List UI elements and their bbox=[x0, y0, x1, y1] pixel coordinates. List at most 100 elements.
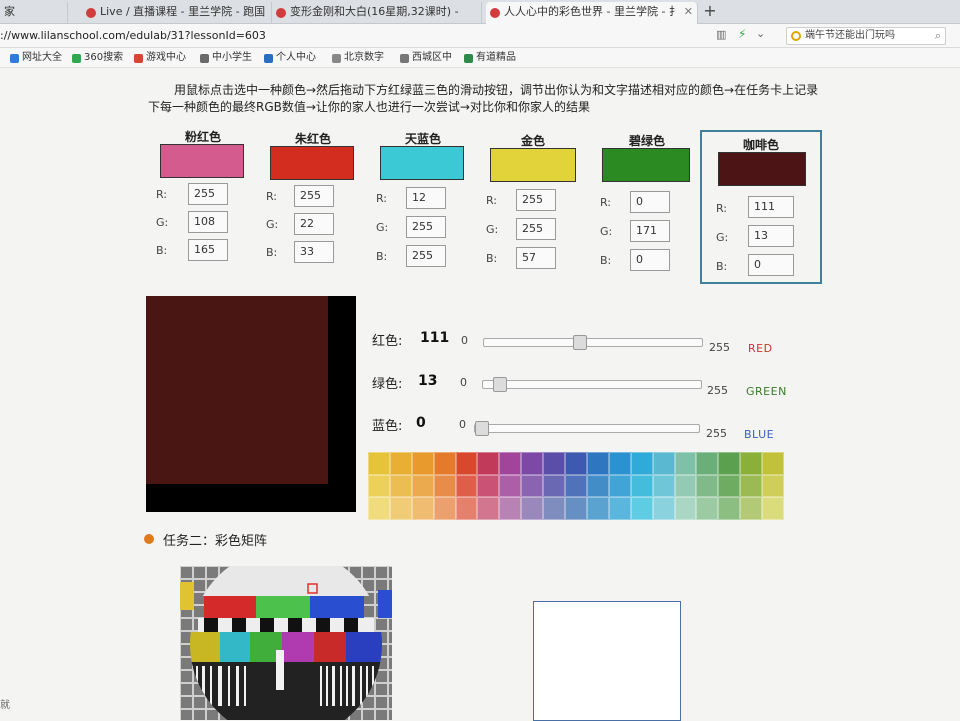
palette-swatch[interactable] bbox=[543, 497, 566, 520]
palette-swatch[interactable] bbox=[455, 497, 478, 520]
palette-swatch[interactable] bbox=[652, 497, 675, 520]
palette-swatch[interactable] bbox=[565, 474, 587, 498]
palette-swatch[interactable] bbox=[455, 474, 478, 498]
b-value-field[interactable]: 0 bbox=[748, 254, 794, 276]
palette-swatch[interactable] bbox=[411, 497, 434, 520]
search-input[interactable]: 端午节还能出门玩吗 ⌕ bbox=[786, 27, 946, 45]
palette-swatch[interactable] bbox=[565, 452, 587, 475]
palette-swatch[interactable] bbox=[652, 452, 675, 475]
palette-swatch[interactable] bbox=[389, 474, 412, 498]
green-slider-thumb[interactable] bbox=[493, 377, 508, 392]
palette-swatch[interactable] bbox=[499, 497, 522, 520]
bookmark-5[interactable]: 北京数字 bbox=[330, 50, 384, 66]
color-card-emerald[interactable]: 碧绿色 R: 0 G: 171 B: 0 bbox=[586, 128, 708, 288]
palette-swatch[interactable] bbox=[674, 452, 697, 475]
color-swatch[interactable] bbox=[380, 146, 464, 180]
palette-swatch[interactable] bbox=[696, 474, 719, 498]
r-value-field[interactable]: 255 bbox=[294, 185, 334, 207]
tab-2[interactable]: Live / 直播课程 - 里兰学院 - 跑国 bbox=[82, 2, 272, 24]
palette-swatch[interactable] bbox=[433, 474, 456, 498]
color-swatch[interactable] bbox=[270, 146, 354, 180]
lightning-icon[interactable]: ⚡ bbox=[738, 27, 746, 41]
palette-swatch[interactable] bbox=[718, 497, 741, 520]
g-value-field[interactable]: 108 bbox=[188, 211, 228, 233]
palette-swatch[interactable] bbox=[499, 474, 522, 498]
tab-4-active[interactable]: 人人心中的彩色世界 - 里兰学院 - 扌 ✕ bbox=[486, 2, 698, 24]
bookmark-2[interactable]: 游戏中心 bbox=[132, 50, 186, 66]
color-card-coffee-selected[interactable]: 咖啡色 R: 111 G: 13 B: 0 bbox=[700, 130, 822, 284]
url-field[interactable]: ://www.lilanschool.com/edulab/31?lessonI… bbox=[0, 24, 266, 48]
palette-swatch[interactable] bbox=[740, 452, 763, 475]
palette-swatch[interactable] bbox=[368, 497, 390, 520]
color-test-pattern[interactable] bbox=[180, 566, 392, 720]
palette-swatch[interactable] bbox=[433, 497, 456, 520]
color-card-vermilion[interactable]: 朱红色 R: 255 G: 22 B: 33 bbox=[252, 126, 374, 286]
blue-slider-thumb[interactable] bbox=[475, 421, 489, 436]
b-value-field[interactable]: 33 bbox=[294, 241, 334, 263]
new-tab-button[interactable]: + bbox=[700, 2, 720, 22]
color-swatch[interactable] bbox=[160, 144, 244, 178]
color-swatch[interactable] bbox=[490, 148, 576, 182]
palette-swatch[interactable] bbox=[477, 497, 500, 520]
palette-swatch[interactable] bbox=[477, 474, 500, 498]
palette-swatch[interactable] bbox=[762, 474, 784, 498]
r-value-field[interactable]: 255 bbox=[516, 189, 556, 211]
palette-swatch[interactable] bbox=[543, 474, 566, 498]
color-card-pink[interactable]: 粉红色 R: 255 G: 108 B: 165 bbox=[142, 124, 264, 284]
palette-swatch[interactable] bbox=[477, 452, 500, 475]
palette-swatch[interactable] bbox=[608, 452, 631, 475]
palette-swatch[interactable] bbox=[718, 474, 741, 498]
palette-swatch[interactable] bbox=[608, 497, 631, 520]
tab-1[interactable]: 家 bbox=[0, 2, 68, 24]
r-value-field[interactable]: 111 bbox=[748, 196, 794, 218]
palette-swatch[interactable] bbox=[674, 497, 697, 520]
red-slider-thumb[interactable] bbox=[572, 335, 587, 350]
blue-slider[interactable] bbox=[474, 421, 700, 436]
palette-swatch[interactable] bbox=[565, 497, 587, 520]
g-value-field[interactable]: 13 bbox=[748, 225, 794, 247]
color-palette[interactable] bbox=[368, 452, 784, 520]
palette-swatch[interactable] bbox=[740, 474, 763, 498]
b-value-field[interactable]: 57 bbox=[516, 247, 556, 269]
palette-swatch[interactable] bbox=[368, 452, 390, 475]
b-value-field[interactable]: 0 bbox=[630, 249, 670, 271]
palette-swatch[interactable] bbox=[586, 497, 609, 520]
b-value-field[interactable]: 255 bbox=[406, 245, 446, 267]
palette-swatch[interactable] bbox=[499, 452, 522, 475]
chevron-down-icon[interactable]: ⌄ bbox=[756, 27, 765, 40]
search-icon[interactable]: ⌕ bbox=[935, 28, 941, 44]
bookmark-4[interactable]: 个人中心 bbox=[262, 50, 316, 66]
palette-swatch[interactable] bbox=[433, 452, 456, 475]
palette-swatch[interactable] bbox=[740, 497, 763, 520]
palette-swatch[interactable] bbox=[455, 452, 478, 475]
r-value-field[interactable]: 12 bbox=[406, 187, 446, 209]
green-slider[interactable] bbox=[482, 377, 702, 392]
drawing-canvas[interactable] bbox=[533, 601, 681, 721]
palette-swatch[interactable] bbox=[630, 474, 653, 498]
palette-swatch[interactable] bbox=[543, 452, 566, 475]
palette-swatch[interactable] bbox=[696, 497, 719, 520]
g-value-field[interactable]: 22 bbox=[294, 213, 334, 235]
bookmark-3[interactable]: 中小学生 bbox=[198, 50, 252, 66]
bookmark-0[interactable]: 网址大全 bbox=[8, 50, 62, 66]
palette-swatch[interactable] bbox=[674, 474, 697, 498]
palette-swatch[interactable] bbox=[521, 474, 544, 498]
bookmark-6[interactable]: 西城区中 bbox=[398, 50, 452, 66]
red-slider[interactable] bbox=[483, 335, 703, 350]
palette-swatch[interactable] bbox=[389, 452, 412, 475]
palette-swatch[interactable] bbox=[586, 474, 609, 498]
g-value-field[interactable]: 255 bbox=[516, 218, 556, 240]
color-card-sky-blue[interactable]: 天蓝色 R: 12 G: 255 B: 255 bbox=[362, 126, 484, 286]
color-swatch[interactable] bbox=[718, 152, 806, 186]
palette-swatch[interactable] bbox=[608, 474, 631, 498]
palette-swatch[interactable] bbox=[630, 452, 653, 475]
grid-icon[interactable]: ▥ bbox=[716, 28, 726, 41]
color-swatch[interactable] bbox=[602, 148, 690, 182]
palette-swatch[interactable] bbox=[389, 497, 412, 520]
palette-swatch[interactable] bbox=[586, 452, 609, 475]
palette-swatch[interactable] bbox=[652, 474, 675, 498]
bookmark-1[interactable]: 360搜索 bbox=[70, 50, 123, 66]
palette-swatch[interactable] bbox=[630, 497, 653, 520]
bookmark-7[interactable]: 有道精品 bbox=[462, 50, 516, 66]
palette-swatch[interactable] bbox=[762, 452, 784, 475]
